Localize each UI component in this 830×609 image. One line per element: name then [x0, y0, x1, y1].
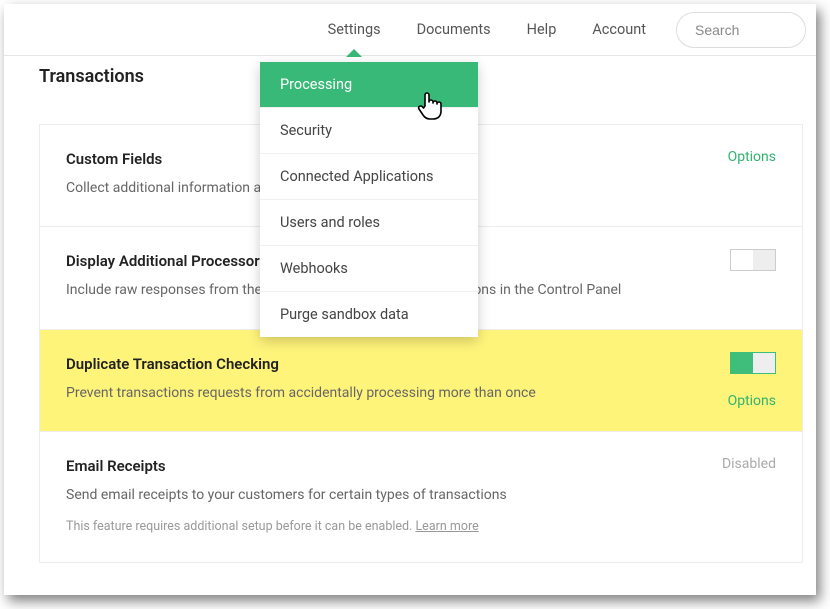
nav-documents-label: Documents	[417, 21, 491, 38]
nav-account-label: Account	[592, 21, 646, 38]
dropdown-item-processing[interactable]: Processing	[260, 62, 478, 107]
card-duplicate-check-sub: Prevent transactions requests from accid…	[66, 383, 626, 403]
options-link-custom-fields[interactable]: Options	[728, 149, 776, 165]
card-email-receipts: Email Receipts Send email receipts to yo…	[40, 432, 802, 563]
toggle-display-processor[interactable]	[730, 249, 776, 271]
search-input[interactable]	[695, 22, 775, 38]
card-email-receipts-sub: Send email receipts to your customers fo…	[66, 485, 626, 505]
dropdown-item-users-and-roles[interactable]: Users and roles	[260, 199, 478, 245]
nav-settings[interactable]: Settings	[310, 4, 399, 56]
nav-settings-label: Settings	[328, 21, 381, 38]
settings-dropdown: Processing Security Connected Applicatio…	[260, 62, 478, 337]
toggle-duplicate-check[interactable]	[730, 352, 776, 374]
dropdown-item-webhooks[interactable]: Webhooks	[260, 245, 478, 291]
page-title: Transactions	[39, 66, 144, 87]
card-email-receipts-title: Email Receipts	[66, 457, 776, 475]
options-link-duplicate-check[interactable]: Options	[728, 393, 776, 409]
note-text: This feature requires additional setup b…	[66, 519, 415, 534]
card-duplicate-check-title: Duplicate Transaction Checking	[66, 355, 776, 373]
learn-more-link[interactable]: Learn more	[415, 519, 478, 534]
dropdown-item-purge-sandbox-data[interactable]: Purge sandbox data	[260, 291, 478, 337]
card-duplicate-check: Duplicate Transaction Checking Prevent t…	[40, 330, 802, 432]
search-container	[676, 12, 806, 48]
disabled-label-email-receipts: Disabled	[722, 456, 776, 472]
nav-documents[interactable]: Documents	[399, 4, 509, 56]
top-nav: Settings Documents Help Account	[4, 4, 816, 56]
nav-help-label: Help	[527, 21, 557, 38]
nav-help[interactable]: Help	[509, 4, 575, 56]
dropdown-item-security[interactable]: Security	[260, 107, 478, 153]
nav-account[interactable]: Account	[574, 4, 664, 56]
card-email-receipts-note: This feature requires additional setup b…	[66, 519, 776, 534]
dropdown-item-connected-applications[interactable]: Connected Applications	[260, 153, 478, 199]
